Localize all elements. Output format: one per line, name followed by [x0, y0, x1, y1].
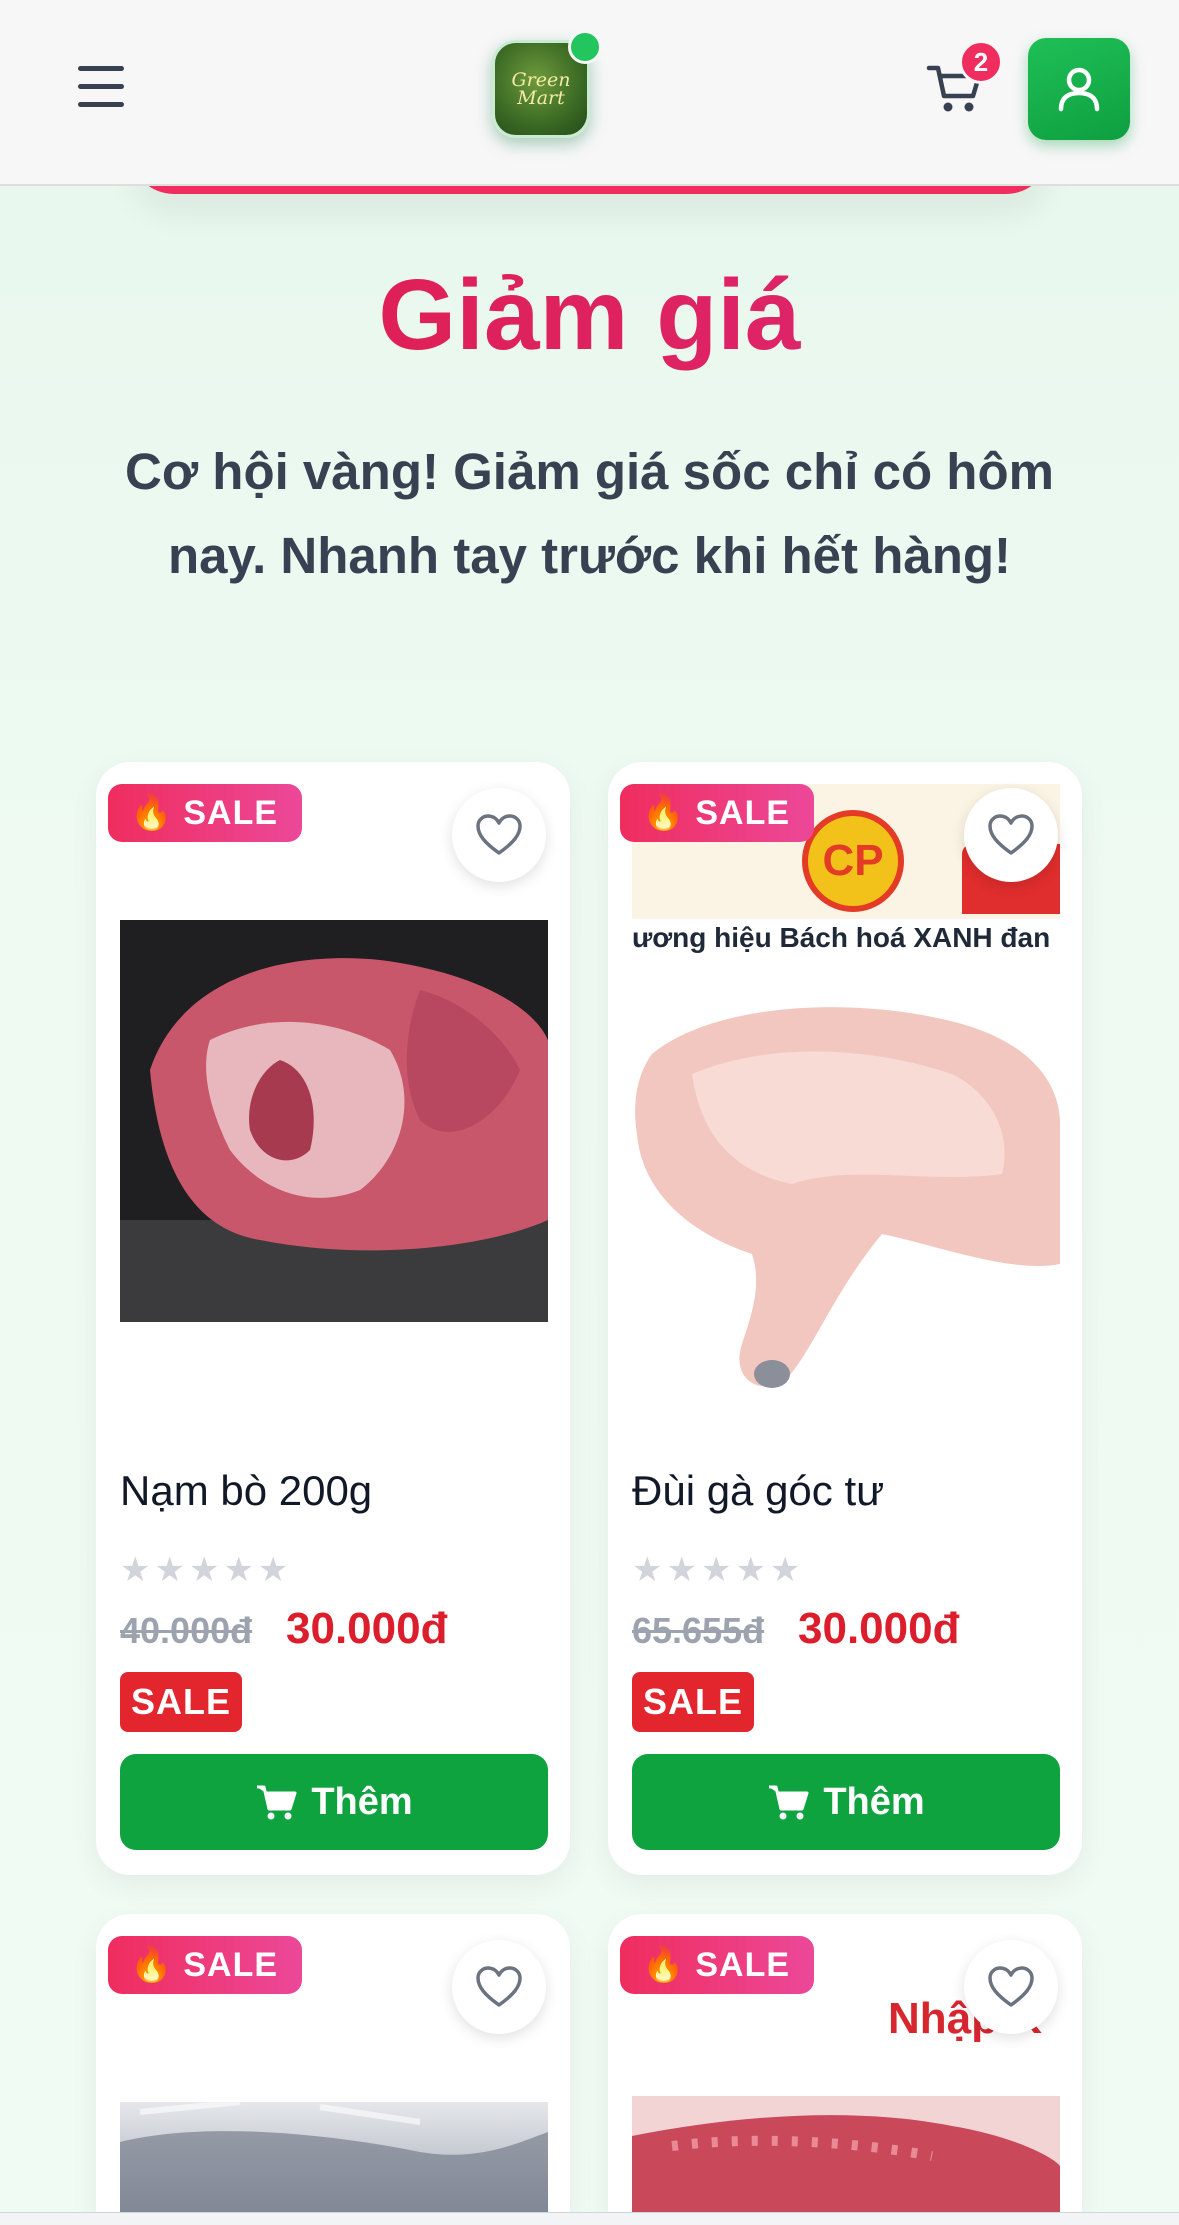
sale-tag: 🔥 SALE [620, 784, 814, 842]
sale-tag-label: SALE [695, 1945, 791, 1984]
cart-icon [769, 1785, 809, 1820]
fire-icon: 🔥 [130, 794, 174, 832]
bottom-edge [0, 2212, 1179, 2225]
user-icon [1058, 67, 1100, 112]
product-card[interactable]: 🔥 SALE CP ương hiệu Bách hoá XANH đan Đù… [608, 762, 1082, 1875]
favorite-button[interactable] [452, 1940, 546, 2034]
page-title: Giảm giá [0, 255, 1179, 375]
brand-logo-cp: CP [802, 810, 904, 912]
sale-tag-label: SALE [695, 793, 791, 832]
add-to-cart-button[interactable]: Thêm [120, 1754, 548, 1850]
product-name[interactable]: Đùi gà góc tư [632, 1467, 884, 1515]
cart-icon [257, 1785, 297, 1820]
heart-icon [988, 814, 1034, 855]
sale-tag: 🔥 SALE [108, 1936, 302, 1994]
sale-tag: 🔥 SALE [620, 1936, 814, 1994]
product-card[interactable]: 🔥 SALE Nạm bò 200g ★★★★★ 40.000đ 30.000đ… [96, 762, 570, 1875]
product-card[interactable]: 🔥 SALE [96, 1914, 570, 2225]
old-price: 65.655đ [632, 1610, 765, 1651]
top-navbar: Green Mart 2 [0, 0, 1179, 186]
add-button-label: Thêm [311, 1780, 413, 1823]
sale-price: 30.000đ [286, 1604, 448, 1653]
old-price: 40.000đ [120, 1610, 253, 1651]
sale-badge: SALE [120, 1672, 242, 1732]
rating-stars: ★★★★★ [120, 1551, 293, 1589]
product-image[interactable] [120, 2102, 548, 2225]
product-name[interactable]: Nạm bò 200g [120, 1467, 372, 1515]
heart-icon [476, 1966, 522, 2007]
add-button-label: Thêm [823, 1780, 925, 1823]
image-caption: ương hiệu Bách hoá XANH đan [632, 922, 1051, 953]
user-account-button[interactable] [1028, 38, 1130, 140]
product-image[interactable] [632, 2096, 1060, 2225]
product-card[interactable]: 🔥 SALE Nhập K [608, 1914, 1082, 2225]
favorite-button[interactable] [964, 1940, 1058, 2034]
page-subtitle: Cơ hội vàng! Giảm giá sốc chỉ có hôm nay… [125, 443, 1054, 584]
rating-stars: ★★★★★ [632, 1551, 805, 1589]
sale-price: 30.000đ [798, 1604, 960, 1653]
menu-icon[interactable] [70, 60, 132, 116]
sale-tag-label: SALE [183, 1945, 279, 1984]
cart-count-badge: 2 [959, 40, 1003, 84]
fire-icon: 🔥 [642, 1946, 686, 1984]
sale-tag: 🔥 SALE [108, 784, 302, 842]
sale-badge: SALE [632, 1672, 754, 1732]
product-image[interactable] [120, 920, 548, 1322]
logo-text-line2: Mart [517, 87, 565, 109]
sale-tag-label: SALE [183, 793, 279, 832]
favorite-button[interactable] [964, 788, 1058, 882]
heart-icon [988, 1966, 1034, 2007]
online-status-dot [568, 30, 602, 64]
add-to-cart-button[interactable]: Thêm [632, 1754, 1060, 1850]
fire-icon: 🔥 [642, 794, 686, 832]
heart-icon [476, 814, 522, 855]
fire-icon: 🔥 [130, 1946, 174, 1984]
favorite-button[interactable] [452, 788, 546, 882]
